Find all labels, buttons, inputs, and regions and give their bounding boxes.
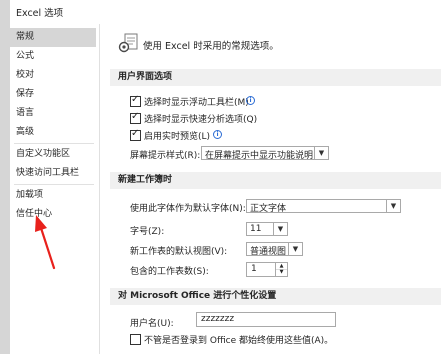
red-arrow-icon — [35, 215, 56, 270]
annotation-arrow-overlay — [35, 215, 56, 270]
